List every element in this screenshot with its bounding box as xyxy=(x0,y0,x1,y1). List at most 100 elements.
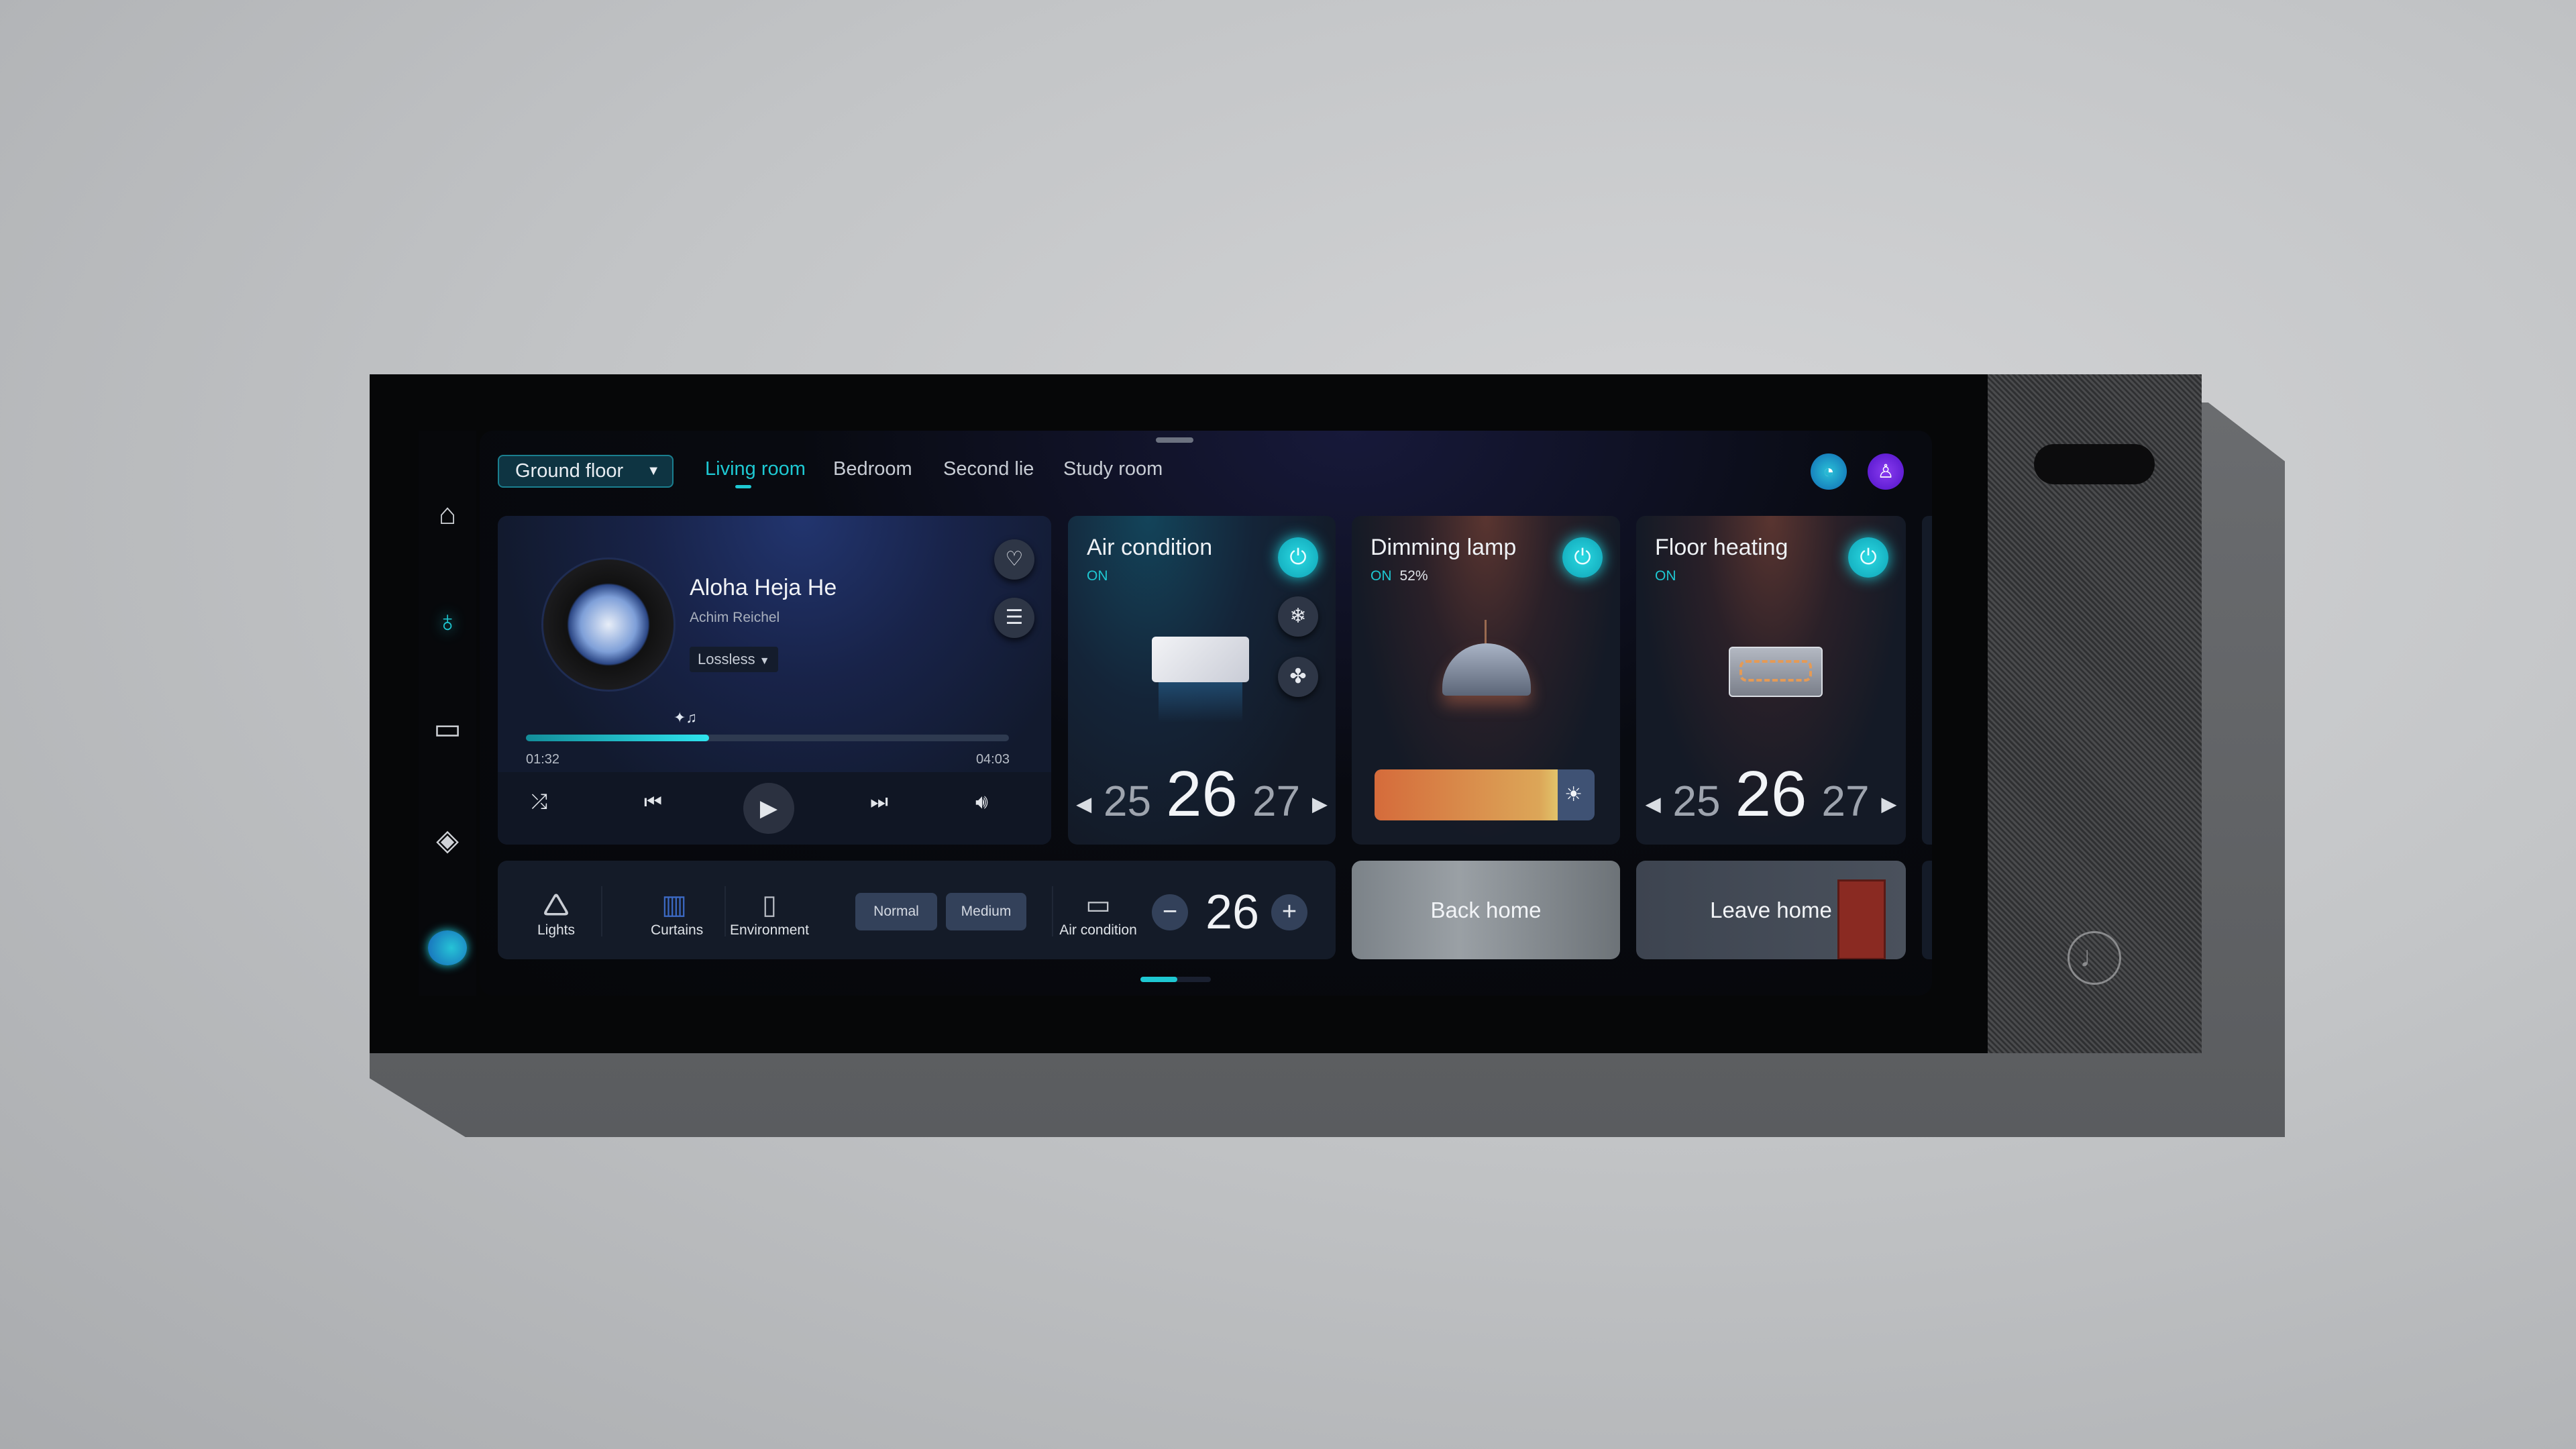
play-button[interactable]: ▶ xyxy=(743,783,794,834)
power-button[interactable]: ⏻ xyxy=(1562,537,1603,578)
tab-bedroom[interactable]: Bedroom xyxy=(833,458,912,480)
status-on: ON xyxy=(1371,568,1392,584)
active-page-dot xyxy=(1140,977,1177,982)
previous-icon[interactable]: ⏮ xyxy=(644,791,662,814)
music-player-card: Aloha Heja He Achim Reichel Lossless ▼ ♡… xyxy=(498,516,1051,845)
scene-back-home[interactable]: Back home xyxy=(1352,861,1620,959)
music-logo-icon: ♩ xyxy=(2068,931,2121,985)
sun-icon: ☀ xyxy=(1564,784,1582,806)
song-title: Aloha Heja He xyxy=(690,575,837,600)
pull-down-handle[interactable] xyxy=(1156,437,1193,443)
curtains-icon: ▥ xyxy=(661,890,687,920)
home-icon[interactable]: ⌂ xyxy=(431,498,464,531)
air-condition-card[interactable]: Air condition ON ⏻ ❄ ✤ ◀ 25 26 27 ▶ xyxy=(1068,516,1336,845)
fan-icon[interactable]: ✤ xyxy=(1278,657,1318,697)
volume-icon[interactable]: 🔊︎ xyxy=(975,791,988,814)
environment-sensor-icon: ▯ xyxy=(761,890,777,920)
tab-living-room[interactable]: Living room xyxy=(705,458,806,488)
sidebar: ⌂ ♁ ▭ ◈ xyxy=(419,431,476,996)
chevron-down-icon: ▼ xyxy=(759,655,770,667)
dimming-lamp-card[interactable]: Dimming lamp ON 52% ⏻ ☀ xyxy=(1352,516,1620,845)
temperature-picker[interactable]: ◀ 25 26 27 ▶ xyxy=(1068,757,1336,831)
chevron-left-icon[interactable]: ◀ xyxy=(1076,794,1091,816)
divider xyxy=(1052,886,1053,936)
user-avatar-icon[interactable]: ♙ xyxy=(1868,453,1904,490)
progress-slider[interactable] xyxy=(526,735,1009,741)
album-art xyxy=(543,559,674,690)
status: ON 52% xyxy=(1371,568,1428,584)
card-title: Dimming lamp xyxy=(1371,535,1517,560)
playback-controls: ⤮ ⏮ ▶ ⏭ 🔊︎ xyxy=(498,772,1051,845)
card-title: Floor heating xyxy=(1655,535,1788,560)
power-button[interactable]: ⏻ xyxy=(1848,537,1888,578)
floor-heating-card[interactable]: Floor heating ON ⏻ ◀ 25 26 27 ▶ xyxy=(1636,516,1906,845)
shuffle-icon[interactable]: ⤮ xyxy=(531,791,547,814)
increase-temp-button[interactable]: + xyxy=(1271,894,1307,930)
brightness-slider[interactable]: ☀ xyxy=(1375,769,1595,820)
power-button[interactable]: ⏻ xyxy=(1278,537,1318,578)
temp-prev: 25 xyxy=(1672,777,1721,825)
message-icon[interactable]: ▭ xyxy=(431,712,464,746)
door-illustration xyxy=(1837,879,1886,959)
temp-prev: 25 xyxy=(1103,777,1152,825)
environment-label: Environment xyxy=(730,922,809,938)
assistant-orb-icon[interactable] xyxy=(428,930,467,965)
progress-fill xyxy=(526,735,709,741)
lights-button[interactable]: 🛆 Lights xyxy=(533,888,580,938)
air-conditioner-illustration xyxy=(1152,637,1249,682)
camera xyxy=(2034,444,2155,484)
mode-medium-button[interactable]: Medium xyxy=(946,893,1026,930)
scene-label: Back home xyxy=(1430,898,1542,922)
snowflake-icon[interactable]: ❄ xyxy=(1278,596,1318,637)
lamp-icon: 🛆 xyxy=(543,890,570,920)
scene-leave-home[interactable]: Leave home xyxy=(1636,861,1906,959)
temp-current: 26 xyxy=(1735,758,1807,830)
layers-icon[interactable]: ◈ xyxy=(431,824,464,857)
airflow xyxy=(1159,682,1242,722)
ac-temperature: 26 xyxy=(1205,885,1260,939)
quality-dropdown[interactable]: Lossless ▼ xyxy=(690,647,778,672)
floor-heating-illustration xyxy=(1729,647,1823,697)
air-condition-quick[interactable]: ▭ Air condition xyxy=(1055,888,1142,938)
chevron-right-icon[interactable]: ▶ xyxy=(1881,794,1896,816)
status: ON xyxy=(1655,568,1676,584)
duration: 04:03 xyxy=(975,752,1010,767)
bulb-icon[interactable]: ♁ xyxy=(431,605,464,639)
divider xyxy=(601,886,602,936)
pendant-lamp-illustration xyxy=(1442,643,1531,696)
heating-coil xyxy=(1739,660,1812,682)
lights-label: Lights xyxy=(537,922,576,938)
scene-label: Leave home xyxy=(1710,898,1832,922)
curtains-label: Curtains xyxy=(651,922,704,938)
floor-selector[interactable]: Ground floor ▼ xyxy=(498,455,674,488)
playlist-icon[interactable]: ☰ xyxy=(994,598,1034,638)
curtains-button[interactable]: ▥ Curtains xyxy=(651,888,703,938)
temperature-picker[interactable]: ◀ 25 26 27 ▶ xyxy=(1636,757,1906,831)
floor-label: Ground floor xyxy=(515,460,624,482)
quick-controls-bar: 🛆 Lights ▥ Curtains ▯ Environment Normal Me… xyxy=(498,861,1336,959)
tab-second-lie[interactable]: Second lie xyxy=(943,458,1034,480)
quality-label: Lossless xyxy=(698,651,755,667)
divider xyxy=(724,886,726,936)
page-indicator[interactable] xyxy=(1140,977,1211,982)
temp-next: 27 xyxy=(1252,777,1301,825)
music-sparkle-icon: ✦♫ xyxy=(674,709,697,726)
brightness-fill xyxy=(1375,769,1558,820)
chevron-left-icon[interactable]: ◀ xyxy=(1646,794,1661,816)
next-card-peek xyxy=(1922,516,1932,845)
temp-current: 26 xyxy=(1166,758,1238,830)
air-conditioner-icon: ▭ xyxy=(1085,890,1111,920)
heart-icon[interactable]: ♡ xyxy=(994,539,1034,580)
avatar[interactable]: ◔ xyxy=(1811,453,1847,490)
ac-label: Air condition xyxy=(1059,922,1137,938)
chevron-right-icon[interactable]: ▶ xyxy=(1312,794,1328,816)
environment-button[interactable]: ▯ Environment xyxy=(729,888,810,938)
tab-study-room[interactable]: Study room xyxy=(1063,458,1163,480)
artist-name: Achim Reichel xyxy=(690,610,780,625)
card-title: Air condition xyxy=(1087,535,1213,560)
next-icon[interactable]: ⏭ xyxy=(870,791,888,814)
temp-next: 27 xyxy=(1821,777,1870,825)
next-scene-peek xyxy=(1922,861,1932,959)
decrease-temp-button[interactable]: − xyxy=(1152,894,1188,930)
mode-normal-button[interactable]: Normal xyxy=(855,893,937,930)
